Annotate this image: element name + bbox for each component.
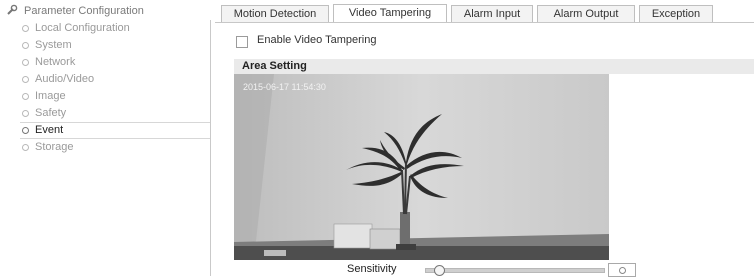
sidebar-item-local-configuration[interactable]: Local Configuration <box>20 20 210 37</box>
sidebar-item-label: Audio/Video <box>35 73 95 85</box>
sidebar-nav: Local Configuration System Network Audio… <box>20 20 211 276</box>
bullet-icon <box>22 25 29 32</box>
sidebar-item-label: Safety <box>35 107 67 119</box>
bullet-icon <box>22 110 29 117</box>
sidebar-item-safety[interactable]: Safety <box>20 105 210 122</box>
wrench-icon <box>6 4 18 16</box>
bullet-icon <box>22 76 29 83</box>
sidebar-item-label: System <box>35 39 72 51</box>
sensitivity-slider-thumb[interactable] <box>434 265 445 276</box>
sidebar: Parameter Configuration Local Configurat… <box>0 0 212 278</box>
sidebar-item-label: Image <box>35 90 66 102</box>
sensitivity-slider[interactable] <box>425 265 605 276</box>
sidebar-item-storage[interactable]: Storage <box>20 139 210 156</box>
osd-timestamp: 2015-06-17 11:54:30 <box>243 82 326 92</box>
sidebar-title-label: Parameter Configuration <box>24 5 144 17</box>
sidebar-item-label: Network <box>35 56 76 68</box>
enable-video-tampering-checkbox[interactable] <box>236 36 248 48</box>
sidebar-item-image[interactable]: Image <box>20 88 210 105</box>
sidebar-title: Parameter Configuration <box>6 4 144 17</box>
tab-exception[interactable]: Exception <box>639 5 713 22</box>
sidebar-item-label: Event <box>35 124 64 136</box>
enable-video-tampering-label: Enable Video Tampering <box>257 34 377 46</box>
sidebar-item-network[interactable]: Network <box>20 54 210 71</box>
sidebar-item-label: Local Configuration <box>35 22 130 34</box>
tab-alarm-output[interactable]: Alarm Output <box>537 5 635 22</box>
tab-divider <box>215 22 754 23</box>
sidebar-item-label: Storage <box>35 141 74 153</box>
bullet-icon <box>22 144 29 151</box>
sidebar-item-audio-video[interactable]: Audio/Video <box>20 71 210 88</box>
bullet-icon <box>22 59 29 66</box>
bullet-icon <box>22 42 29 49</box>
bullet-icon <box>22 127 29 134</box>
area-setting-header: Area Setting <box>234 59 754 74</box>
sensitivity-value-box[interactable] <box>608 263 636 277</box>
tab-alarm-input[interactable]: Alarm Input <box>451 5 533 22</box>
camera-scene-image <box>234 74 609 260</box>
tab-video-tampering[interactable]: Video Tampering <box>333 4 447 23</box>
video-preview[interactable]: 2015-06-17 11:54:30 <box>234 74 609 260</box>
sidebar-item-system[interactable]: System <box>20 37 210 54</box>
sidebar-item-event[interactable]: Event <box>20 122 210 139</box>
sensitivity-label: Sensitivity <box>347 263 397 275</box>
bullet-icon <box>22 93 29 100</box>
tab-motion-detection[interactable]: Motion Detection <box>221 5 329 22</box>
sensitivity-value-indicator <box>619 267 626 274</box>
